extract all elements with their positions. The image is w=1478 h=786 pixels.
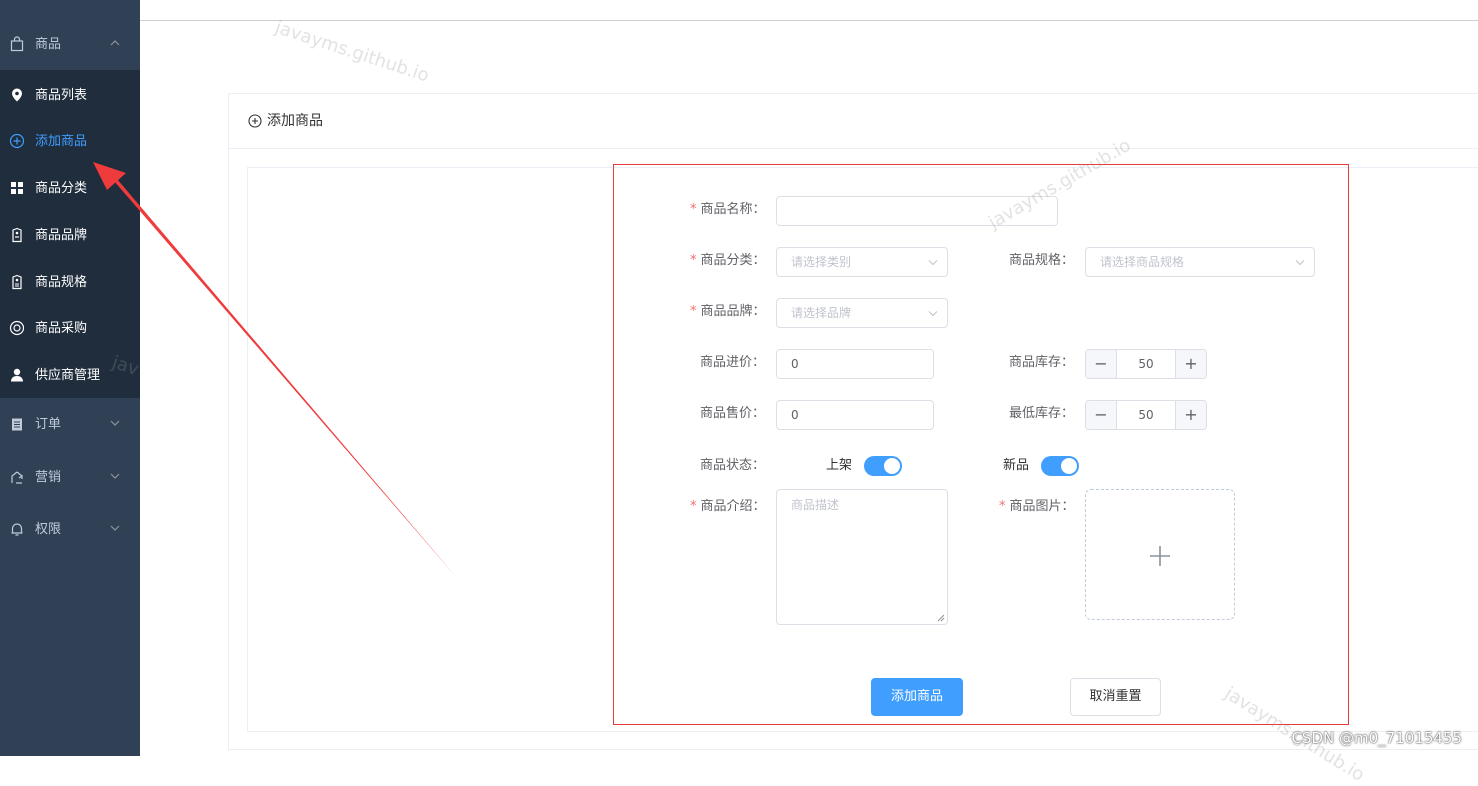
grid-icon: [11, 182, 23, 194]
sidebar-item-add-goods[interactable]: 添加商品: [0, 118, 140, 164]
sidebar-item-goods-purchase[interactable]: 商品采购: [0, 305, 140, 351]
user-icon: [11, 368, 23, 382]
sidebar: 商品 商品列表 添加商品 商品分类 商品品牌 商品规格 商品采购 供应商管理 订…: [0, 0, 140, 756]
menu-group-label: 商品: [35, 37, 62, 52]
sidebar-item-label: 商品列表: [35, 88, 88, 103]
sidebar-item-label: 添加商品: [35, 134, 88, 149]
sidebar-item-label: 供应商管理: [35, 368, 101, 383]
spec-tag-icon: [12, 274, 22, 290]
menu-group-orders[interactable]: 订单: [0, 400, 140, 450]
tag-icon: [12, 227, 22, 243]
annotation-box: [613, 164, 1349, 725]
sidebar-item-goods-category[interactable]: 商品分类: [0, 165, 140, 211]
credit-watermark: CSDN @m0_71015455: [1291, 729, 1462, 747]
chevron-up-icon: [110, 40, 120, 46]
sidebar-item-label: 商品品牌: [35, 228, 88, 243]
sidebar-item-goods-list[interactable]: 商品列表: [0, 72, 140, 118]
menu-group-marketing[interactable]: 营销: [0, 453, 140, 503]
chevron-down-icon: [110, 473, 120, 479]
lifebuoy-icon: [9, 320, 25, 336]
menu-group-label: 订单: [35, 417, 62, 432]
sidebar-item-label: 商品采购: [35, 321, 88, 336]
menu-group-label: 营销: [35, 470, 62, 485]
chevron-down-icon: [110, 420, 120, 426]
clipboard-icon: [12, 418, 22, 431]
menu-group-goods[interactable]: 商品: [0, 20, 140, 70]
location-pin-icon: [12, 88, 22, 102]
sidebar-item-goods-spec[interactable]: 商品规格: [0, 259, 140, 305]
card-title: 添加商品: [267, 113, 323, 129]
shopping-bag-icon: [10, 36, 24, 52]
chevron-down-icon: [110, 525, 120, 531]
bell-icon: [11, 523, 23, 536]
watermark: javayms.github.io: [272, 17, 432, 87]
header-divider: [140, 20, 1478, 21]
submenu-goods: 商品列表 添加商品 商品分类 商品品牌 商品规格 商品采购 供应商管理: [0, 70, 140, 398]
menu-group-permission[interactable]: 权限: [0, 505, 140, 555]
menu-group-label: 权限: [35, 522, 62, 537]
sidebar-item-goods-brand[interactable]: 商品品牌: [0, 212, 140, 258]
share-icon: [11, 471, 23, 484]
card-header: 添加商品: [229, 94, 1478, 149]
circle-plus-icon: [248, 114, 262, 128]
circle-plus-icon: [9, 133, 25, 149]
sidebar-item-label: 商品规格: [35, 275, 88, 290]
sidebar-item-label: 商品分类: [35, 181, 88, 196]
